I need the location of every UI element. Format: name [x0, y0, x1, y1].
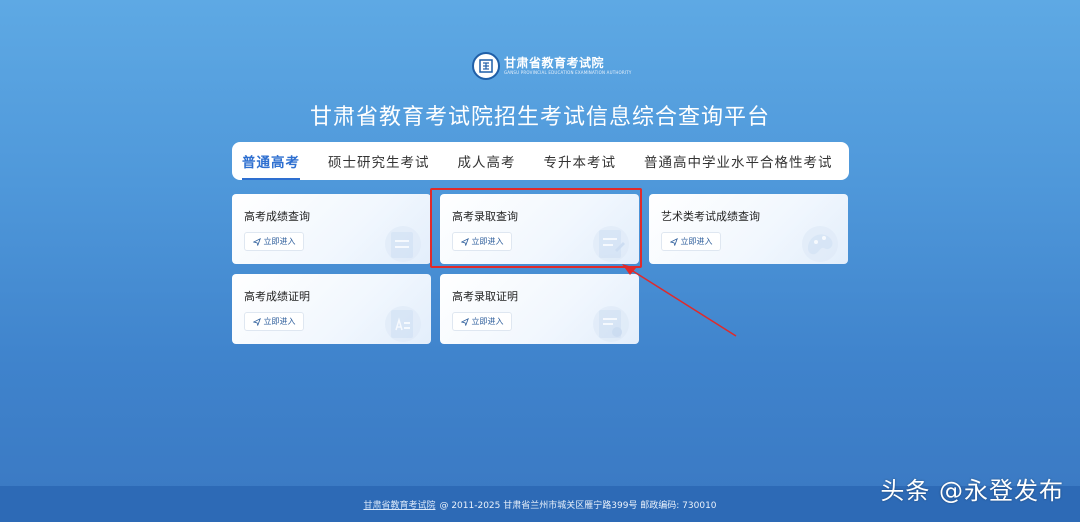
footer-copyright: @ 2011-2025 甘肃省兰州市城关区雁宁路399号 邮政编码: 73001… — [439, 500, 717, 511]
watermark: 头条 @永登发布 — [880, 477, 1064, 505]
card-admission-certificate[interactable]: 高考录取证明 立即进入 — [440, 274, 639, 344]
emblem-icon — [472, 52, 500, 80]
card-title: 高考成绩查询 — [244, 210, 310, 223]
card-title: 高考录取证明 — [452, 290, 518, 303]
send-icon — [669, 237, 678, 246]
tab-adult-exam[interactable]: 成人高考 — [458, 151, 516, 171]
footer-link[interactable]: 甘肃省教育考试院 — [363, 498, 435, 511]
send-icon — [252, 317, 261, 326]
enter-button[interactable]: 立即进入 — [244, 312, 304, 331]
tab-graduate-exam[interactable]: 硕士研究生考试 — [328, 151, 430, 171]
send-icon — [460, 317, 469, 326]
send-icon — [252, 237, 261, 246]
card-score-query[interactable]: 高考成绩查询 立即进入 — [232, 194, 431, 264]
exam-tabs: 普通高考 硕士研究生考试 成人高考 专升本考试 普通高中学业水平合格性考试 — [232, 142, 849, 180]
card-title: 高考成绩证明 — [244, 290, 310, 303]
page-title: 甘肃省教育考试院招生考试信息综合查询平台 — [309, 105, 770, 130]
enter-button[interactable]: 立即进入 — [452, 232, 512, 251]
enter-button[interactable]: 立即进入 — [452, 312, 512, 331]
card-art-score-query[interactable]: 艺术类考试成绩查询 立即进入 — [649, 194, 848, 264]
card-admission-query[interactable]: 高考录取查询 立即进入 — [440, 194, 639, 264]
tab-upgrade-exam[interactable]: 专升本考试 — [544, 151, 617, 171]
certificate-icon — [385, 306, 421, 342]
document-edit-icon — [593, 226, 629, 262]
document-icon — [385, 226, 421, 262]
enter-button[interactable]: 立即进入 — [661, 232, 721, 251]
logo-subtitle: GANSU PROVINCIAL EDUCATION EXAMINATION A… — [504, 70, 632, 75]
annotation-arrow-icon — [622, 264, 737, 337]
send-icon — [460, 237, 469, 246]
palette-icon — [802, 226, 838, 262]
enter-button[interactable]: 立即进入 — [244, 232, 304, 251]
site-logo[interactable]: 甘肃省教育考试院 GANSU PROVINCIAL EDUCATION EXAM… — [472, 52, 632, 80]
logo-name: 甘肃省教育考试院 — [504, 56, 605, 70]
card-score-certificate[interactable]: 高考成绩证明 立即进入 — [232, 274, 431, 344]
tab-academic-proficiency[interactable]: 普通高中学业水平合格性考试 — [644, 151, 833, 171]
tab-gaokao[interactable]: 普通高考 — [242, 151, 300, 180]
card-title: 艺术类考试成绩查询 — [661, 210, 760, 223]
card-title: 高考录取查询 — [452, 210, 518, 223]
